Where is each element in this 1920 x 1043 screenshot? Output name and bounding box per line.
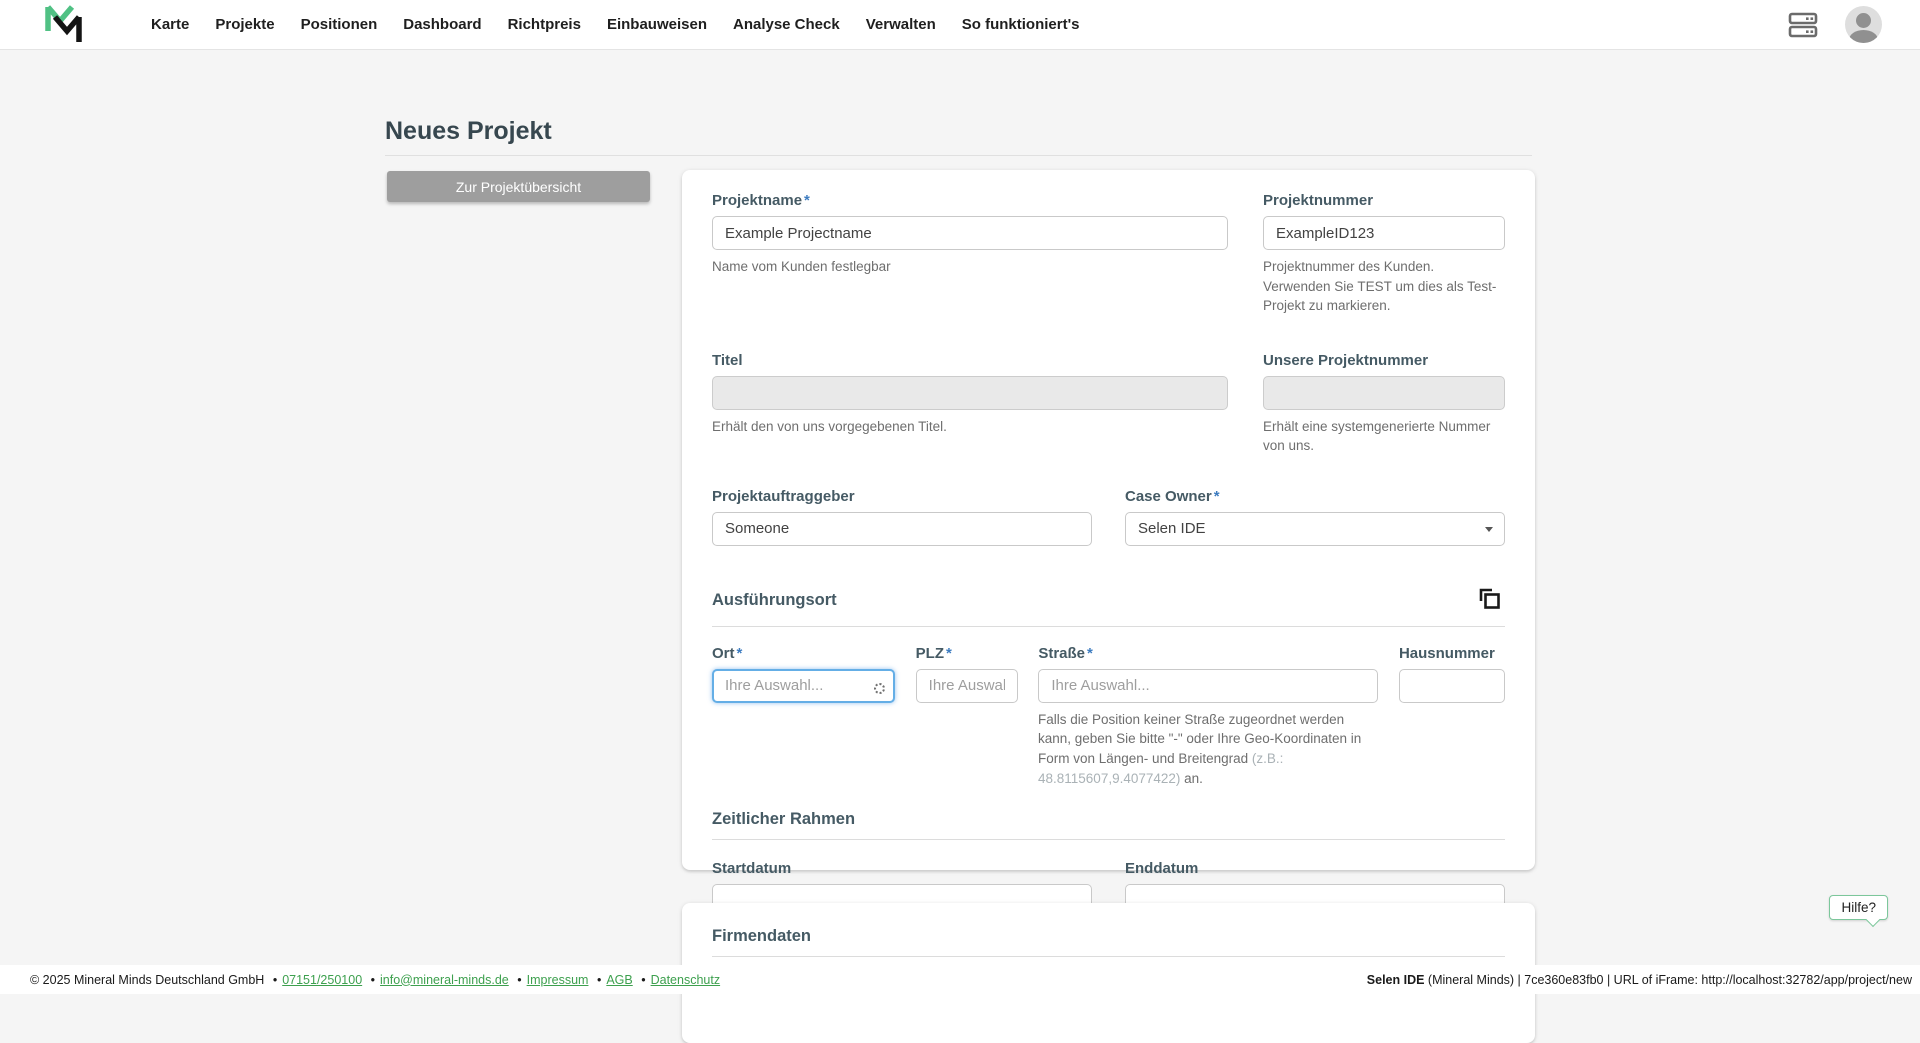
zeitlicher-rahmen-section: Zeitlicher Rahmen Startdatum Enddatum <box>712 810 1505 919</box>
strasse-hint: Falls die Position keiner Straße zugeord… <box>1038 711 1362 786</box>
nav-item-so-funktionierts[interactable]: So funktioniert's <box>949 0 1093 50</box>
firmendaten-heading: Firmendaten <box>712 927 812 945</box>
titel-field-group: Titel Erhält den von uns vorgegebenen Ti… <box>712 352 1228 456</box>
titel-label: Titel <box>712 351 743 369</box>
footer-status: Selen IDE (Mineral Minds) | 7ce360e83fb0… <box>1367 973 1912 987</box>
avatar-body-icon <box>1849 30 1878 43</box>
case-owner-select[interactable]: Selen IDE <box>1125 511 1505 546</box>
projektauftraggeber-input[interactable] <box>712 511 1092 546</box>
plz-label: PLZ * <box>915 644 952 662</box>
titel-input <box>712 375 1228 410</box>
hausnummer-label: Hausnummer <box>1398 644 1495 662</box>
unsere-projektnummer-field-group: Unsere Projektnummer Erhält eine systemg… <box>1263 352 1505 456</box>
copy-address-button[interactable] <box>1475 586 1505 616</box>
required-asterisk: * <box>946 644 952 662</box>
plz-input[interactable] <box>915 668 1018 703</box>
unsere-projektnummer-hint: Erhält eine systemgenerierte Nummer von … <box>1263 418 1491 454</box>
required-asterisk: * <box>1213 487 1220 505</box>
section-divider <box>712 956 1505 957</box>
projektname-label: Projektname * <box>712 192 810 209</box>
hausnummer-input[interactable] <box>1398 668 1505 703</box>
required-asterisk: * <box>804 192 810 209</box>
projektnummer-label: Projektnummer <box>1263 192 1374 209</box>
startdatum-label: Startdatum <box>712 860 792 878</box>
unsere-projektnummer-input <box>1263 375 1505 410</box>
ort-input[interactable] <box>712 668 895 703</box>
agb-link[interactable]: AGB <box>606 973 632 987</box>
section-divider <box>712 625 1505 627</box>
title-divider <box>385 155 1532 156</box>
project-form-card: Projektname* Name vom Kunden festlegbar … <box>682 170 1535 919</box>
projektname-input[interactable] <box>712 216 1228 250</box>
ort-field-group: Ort * <box>712 645 895 703</box>
enddatum-label: Enddatum <box>1125 860 1199 878</box>
nav-item-projekte[interactable]: Projekte <box>202 0 287 50</box>
copy-icon <box>1479 589 1500 610</box>
strasse-field-group: Straße * <box>1038 644 1379 703</box>
unsere-projektnummer-label: Unsere Projektnummer <box>1263 351 1429 369</box>
strasse-label: Straße * <box>1038 644 1093 662</box>
footer-bar: © 2025 Mineral Minds Deutschland GmbH • 0… <box>0 965 1920 994</box>
case-owner-field-group: Case Owner * Selen IDE <box>1125 488 1505 546</box>
loading-spinner-icon <box>874 682 885 694</box>
zur-projektuebersicht-button[interactable]: Zur Projektübersicht <box>387 171 650 202</box>
page-title: Neues Projekt <box>385 117 552 145</box>
projektnummer-field-group: Projektnummer Projektnummer des Kunden. … <box>1263 192 1505 316</box>
chevron-down-icon <box>1485 526 1493 532</box>
ausfuehrungsort-section: Ausführungsort Ort* PLZ* <box>712 586 1505 788</box>
datenschutz-link[interactable]: Datenschutz <box>651 973 720 987</box>
projektnummer-hint: Projektnummer des Kunden. Verwenden Sie … <box>1263 259 1497 314</box>
copyright-text: © 2025 Mineral Minds Deutschland GmbH <box>30 972 265 987</box>
zeitlicher-rahmen-heading: Zeitlicher Rahmen <box>712 810 856 829</box>
required-asterisk: * <box>1087 644 1093 662</box>
nav-item-einbauweisen[interactable]: Einbauweisen <box>594 0 720 50</box>
avatar-head-icon <box>1856 13 1871 28</box>
phone-link[interactable]: 07151/250100 <box>282 973 362 987</box>
mineral-minds-logo-icon[interactable] <box>42 4 84 46</box>
impressum-link[interactable]: Impressum <box>527 973 589 987</box>
ausfuehrungsort-heading: Ausführungsort <box>712 591 837 610</box>
required-asterisk: * <box>736 644 743 662</box>
nav-item-analyse-check[interactable]: Analyse Check <box>720 0 853 50</box>
header-actions <box>1787 6 1882 43</box>
status-details: (Mineral Minds) | 7ce360e83fb0 | URL of … <box>1424 972 1912 987</box>
speech-bubble-tail-icon <box>1865 912 1881 928</box>
case-owner-label: Case Owner * <box>1125 487 1220 505</box>
strasse-input[interactable] <box>1038 668 1379 703</box>
email-link[interactable]: info@mineral-minds.de <box>380 973 509 987</box>
ort-label: Ort * <box>712 644 743 662</box>
projektname-hint: Name vom Kunden festlegbar <box>712 259 891 274</box>
nav-item-richtpreis[interactable]: Richtpreis <box>495 0 594 50</box>
nav-item-verwalten[interactable]: Verwalten <box>853 0 949 50</box>
help-button[interactable]: Hilfe? <box>1829 895 1888 928</box>
nav-item-positionen[interactable]: Positionen <box>288 0 391 50</box>
nav-item-karte[interactable]: Karte <box>138 0 202 50</box>
hausnummer-field-group: Hausnummer <box>1398 644 1505 703</box>
projektauftraggeber-field-group: Projektauftraggeber <box>712 488 1092 546</box>
titel-hint: Erhält den von uns vorgegebenen Titel. <box>712 418 947 434</box>
nav-item-dashboard[interactable]: Dashboard <box>390 0 494 50</box>
projektname-field-group: Projektname* Name vom Kunden festlegbar <box>712 192 1228 316</box>
user-avatar[interactable] <box>1845 6 1882 43</box>
case-owner-selected-value: Selen IDE <box>1138 520 1206 538</box>
section-divider <box>712 839 1505 841</box>
top-nav-bar: Karte Projekte Positionen Dashboard Rich… <box>0 0 1920 50</box>
main-nav: Karte Projekte Positionen Dashboard Rich… <box>138 0 1093 50</box>
projektnummer-input[interactable] <box>1263 216 1505 250</box>
plz-field-group: PLZ * <box>915 644 1018 703</box>
footer-left: © 2025 Mineral Minds Deutschland GmbH • 0… <box>30 972 721 987</box>
status-app-name: Selen IDE <box>1366 972 1425 987</box>
projektauftraggeber-label: Projektauftraggeber <box>712 487 855 505</box>
server-icon[interactable] <box>1787 10 1819 40</box>
